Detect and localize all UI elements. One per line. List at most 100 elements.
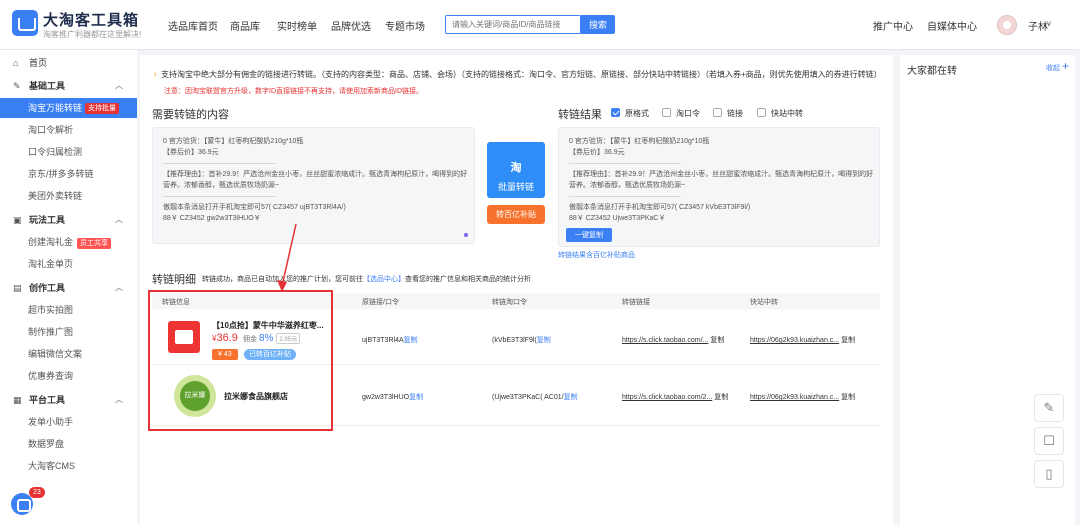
shop-logo-text: 拉米娜: [184, 392, 206, 399]
copy-link[interactable]: 复制: [537, 337, 551, 344]
batch-convert-button[interactable]: 淘 批量转链: [487, 142, 545, 198]
result-title: 转链结果: [558, 109, 602, 121]
sidebar-section-create[interactable]: ▤ 创作工具 ︿: [0, 278, 137, 298]
nav-products[interactable]: 商品库: [230, 18, 260, 33]
staff-tag: 员工共享: [77, 238, 112, 249]
selection-center-link[interactable]: 【选品中心】: [363, 276, 405, 283]
checkbox-icon[interactable]: [757, 108, 766, 117]
taobao-link[interactable]: https://s.click.taobao.com/2...: [622, 394, 712, 401]
copy-all-button[interactable]: 一键复制: [566, 228, 612, 242]
nav-media-center[interactable]: 自媒体中心: [927, 18, 977, 33]
sidebar-item-token-owner[interactable]: 口令归属检测: [0, 142, 137, 162]
assistant-badge: 23: [29, 487, 45, 498]
avatar[interactable]: [997, 15, 1017, 35]
sidebar-item-token-parse[interactable]: 淘口令解析: [0, 120, 137, 140]
plus-icon[interactable]: +: [1062, 59, 1069, 73]
input-textarea[interactable]: 0 官方验货：【蒙牛】红枣枸杞酸奶210g*10瓶 【券后价】36.9元 ———…: [152, 127, 475, 244]
sidebar: ⌂ 首页 ✎ 基础工具 ︿ 淘宝万能转链 支持批量 淘口令解析 口令归属检测 京东/拼多…: [0, 50, 137, 525]
detail-note: 转链成功，商品已自动加入您的推广计划，您可前往【选品中心】查看您的推广信息和相关…: [202, 274, 531, 284]
option-token[interactable]: 淘口令: [662, 108, 700, 119]
checkbox-icon[interactable]: [662, 108, 671, 117]
copy-link[interactable]: 复制: [409, 394, 423, 401]
sidebar-section-play[interactable]: ▣ 玩法工具 ︿: [0, 210, 137, 230]
nav-home[interactable]: 选品库首页: [168, 18, 218, 33]
sidebar-item-meituan[interactable]: 美团外卖转链: [0, 186, 137, 206]
folder-icon: ▤: [13, 283, 22, 293]
column-header: 转链淘口令: [492, 299, 527, 306]
checkbox-checked-icon[interactable]: [611, 108, 620, 117]
sidebar-item-promo-image[interactable]: 制作推广图: [0, 322, 137, 342]
search-button[interactable]: 搜索: [581, 15, 615, 34]
chevron-down-icon[interactable]: ∨: [1046, 19, 1052, 28]
section-title: 玩法工具: [29, 215, 66, 225]
sidebar-item-gift-page[interactable]: 淘礼金单页: [0, 254, 137, 274]
copy-link[interactable]: 复制: [841, 394, 855, 401]
sidebar-item-taobao-convert[interactable]: 淘宝万能转链 支持批量: [0, 98, 137, 118]
result-line: 88￥ CZ3452 Ujwe3T3PKaC￥: [569, 215, 666, 222]
sidebar-item-create-gift[interactable]: 创建淘礼金 员工共享: [0, 232, 137, 252]
sidebar-item-sender[interactable]: 发单小助手: [0, 412, 137, 432]
sidebar-item-coupon-query[interactable]: 优惠券查询: [0, 366, 137, 386]
detail-title: 转链明细: [152, 274, 196, 286]
subsidy-products-link[interactable]: 转链结果含百亿补贴商品: [558, 250, 635, 260]
chevron-up-icon: ︿: [115, 81, 123, 90]
copy-link[interactable]: 复制: [404, 337, 418, 344]
code-text: gw2w3T3lHUO: [362, 394, 410, 401]
copy-link[interactable]: 复制: [564, 394, 578, 401]
annotation-arrow-icon: [277, 223, 297, 292]
sidebar-item-wechat-copy[interactable]: 编辑微信文案: [0, 344, 137, 364]
trending-title: 大家都在转: [907, 66, 957, 77]
sidebar-item-compass[interactable]: 数据罗盘: [0, 434, 137, 454]
option-original[interactable]: 原格式: [611, 108, 649, 119]
sidebar-section-platform[interactable]: ▦ 平台工具 ︿: [0, 390, 137, 410]
logo-title[interactable]: 大淘客工具箱: [43, 9, 139, 30]
edit-icon[interactable]: ✎: [1034, 394, 1064, 422]
option-link[interactable]: 链接: [713, 108, 743, 119]
taobao-link[interactable]: https://s.click.taobao.com/...: [622, 337, 708, 344]
logo-icon[interactable]: [12, 10, 38, 36]
option-label: 链接: [727, 109, 743, 118]
search-input[interactable]: [445, 15, 581, 34]
batch-tag: 支持批量: [85, 103, 120, 114]
code-text: (Ujwe3T3PKaC( AC01/: [492, 394, 564, 401]
kuaizhan-url[interactable]: https://06g2k93.kuaizhan.c...: [750, 337, 839, 344]
column-header: 快站中转: [750, 299, 778, 306]
bulb-icon: ♀: [152, 70, 158, 79]
result-line: 营养。浓郁香醇，甄选优质牧场奶源~: [569, 182, 686, 189]
copy-link[interactable]: 复制: [714, 394, 728, 401]
code-text: (kVbE3T3lF9l(: [492, 337, 537, 344]
option-label: 快站中转: [771, 109, 803, 118]
nav-brand[interactable]: 品牌优选: [331, 18, 371, 33]
sidebar-item-jd-pdd[interactable]: 京东/拼多多转链: [0, 164, 137, 184]
original-code: gw2w3T3lHUO复制: [362, 392, 423, 402]
new-token: (kVbE3T3lF9l(复制: [492, 335, 551, 345]
input-line: 营养。浓郁香醇，甄选优质牧场奶源~: [163, 182, 280, 189]
input-line: 傲靓本条消息打开手机淘宝即可57( CZ3457 ujBT3T3Rl4A/): [163, 204, 346, 211]
book-icon[interactable]: ▯: [1034, 460, 1064, 488]
nav-realtime[interactable]: 实时榜单: [277, 18, 317, 33]
username[interactable]: 子林: [1028, 18, 1048, 33]
nav-promotion-center[interactable]: 推广中心: [873, 18, 913, 33]
gift-icon: ▣: [13, 215, 22, 225]
sidebar-item-home[interactable]: ⌂ 首页: [0, 53, 137, 73]
kuaizhan-url[interactable]: https://06g2k93.kuaizhan.c...: [750, 394, 839, 401]
checkbox-icon[interactable]: [713, 108, 722, 117]
nav-topic[interactable]: 专题市场: [385, 18, 425, 33]
collapse-link[interactable]: 收起: [1046, 63, 1060, 73]
result-line: ————————————————: [569, 160, 681, 167]
resize-handle-icon[interactable]: [464, 233, 468, 237]
chevron-up-icon: ︿: [115, 395, 123, 404]
copy-link[interactable]: 复制: [841, 337, 855, 344]
sidebar-section-basic[interactable]: ✎ 基础工具 ︿: [0, 76, 137, 96]
sidebar-item-cms[interactable]: 大淘客CMS: [0, 456, 137, 476]
subsidy-convert-button[interactable]: 转百亿补贴: [487, 205, 545, 224]
notice-text: 支持淘宝中绝大部分有佣金的链接进行转链。（支持的内容类型：商品、店铺、会场）（支…: [161, 70, 882, 79]
sidebar-item-supermarket[interactable]: 超市实拍图: [0, 300, 137, 320]
copy-link[interactable]: 复制: [710, 337, 724, 344]
result-line: 【券后价】36.9元: [569, 149, 625, 156]
option-kuaizhan[interactable]: 快站中转: [757, 108, 803, 119]
chat-icon[interactable]: ☐: [1034, 427, 1064, 455]
original-code: ujBT3T3Rl4A复制: [362, 335, 418, 345]
taobao-icon: 淘: [510, 162, 522, 174]
logo-subtitle: 淘客推广利器都在这里解决!: [43, 30, 142, 39]
